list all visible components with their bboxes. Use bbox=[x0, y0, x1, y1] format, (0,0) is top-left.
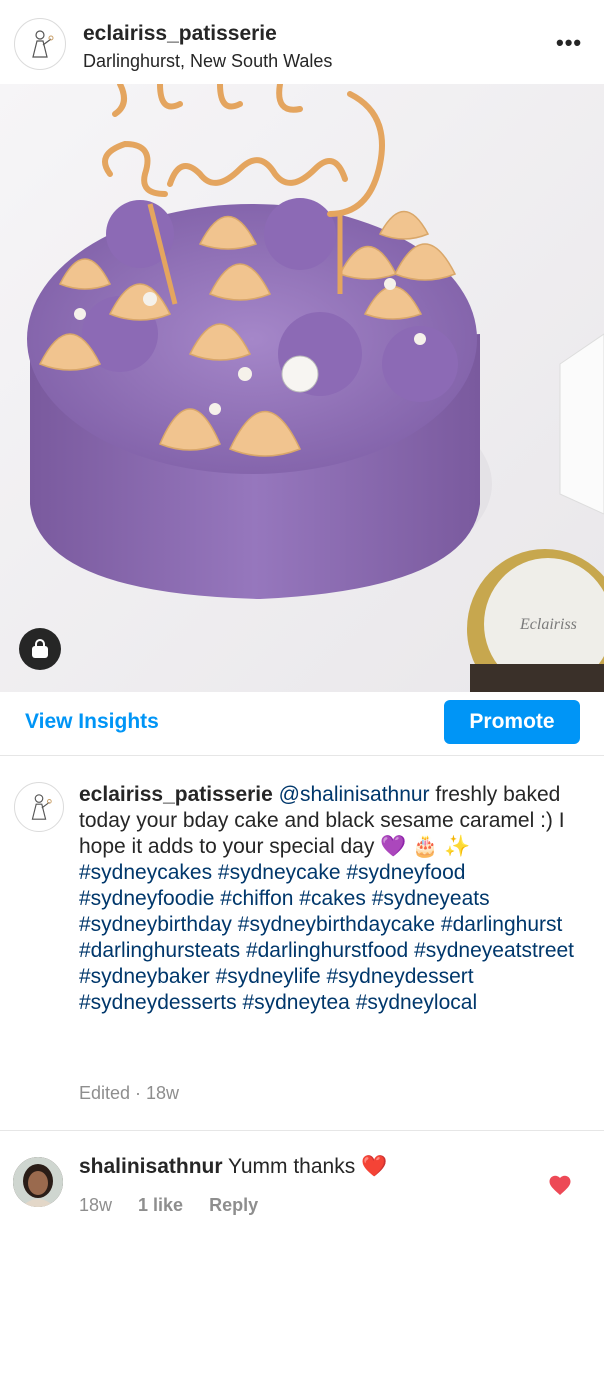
person-avatar-icon bbox=[13, 1157, 63, 1207]
post-photo[interactable]: Eclairiss bbox=[0, 84, 604, 692]
chef-logo-icon bbox=[32, 30, 54, 58]
view-insights-link[interactable]: View Insights bbox=[25, 710, 159, 734]
reply-button[interactable]: Reply bbox=[209, 1195, 258, 1216]
hashtag-link[interactable]: #darlinghursteats bbox=[79, 939, 240, 962]
shopping-bag-icon bbox=[32, 639, 48, 658]
hashtag-link[interactable]: #sydneyfood bbox=[346, 861, 465, 884]
commenter-avatar[interactable] bbox=[13, 1157, 63, 1207]
hashtag-link[interactable]: #sydneybirthday bbox=[79, 913, 232, 936]
comment-time: 18w bbox=[79, 1195, 113, 1215]
edited-timestamp: Edited · 18w bbox=[79, 1083, 180, 1103]
post-username[interactable]: eclairiss_patisserie bbox=[83, 22, 277, 46]
comment-meta: 18w 1 like Reply bbox=[79, 1195, 258, 1216]
hashtag-link[interactable]: #sydneytea bbox=[242, 991, 349, 1014]
post-caption: eclairiss_patisserie @shalinisathnur fre… bbox=[79, 782, 589, 1016]
comment-body: shalinisathnur Yumm thanks ❤️ bbox=[79, 1154, 387, 1180]
hashtag-link[interactable]: #sydneybaker bbox=[79, 965, 210, 988]
hashtag-link[interactable]: #sydneyeatstreet bbox=[414, 939, 574, 962]
hashtag-link[interactable]: #sydneydessert bbox=[327, 965, 474, 988]
promote-button[interactable]: Promote bbox=[444, 700, 580, 744]
hashtag-link[interactable]: #sydneyfoodie bbox=[79, 887, 214, 910]
comment-likes[interactable]: 1 like bbox=[138, 1195, 183, 1216]
hashtag-link[interactable]: #sydneydesserts bbox=[79, 991, 237, 1014]
comment-text: Yumm thanks ❤️ bbox=[228, 1155, 388, 1178]
shopping-bag-button[interactable] bbox=[19, 628, 61, 670]
caption-mention[interactable]: @shalinisathnur bbox=[279, 783, 430, 806]
hashtag-link[interactable]: #sydneycakes bbox=[79, 861, 212, 884]
heart-icon[interactable] bbox=[548, 1174, 572, 1196]
more-options-icon[interactable]: ••• bbox=[556, 30, 582, 56]
cake-photo: Eclairiss bbox=[0, 84, 604, 692]
hashtag-link[interactable]: #sydneycake bbox=[218, 861, 341, 884]
profile-avatar[interactable] bbox=[14, 18, 66, 70]
post-location[interactable]: Darlinghurst, New South Wales bbox=[83, 51, 332, 72]
caption-avatar[interactable] bbox=[14, 782, 64, 832]
hashtag-link[interactable]: #chiffon bbox=[220, 887, 293, 910]
caption-username[interactable]: eclairiss_patisserie bbox=[79, 783, 273, 806]
hashtag-link[interactable]: #darlinghurst bbox=[441, 913, 562, 936]
section-divider bbox=[0, 1130, 604, 1131]
svg-text:Eclairiss: Eclairiss bbox=[519, 616, 577, 633]
hashtag-link[interactable]: #cakes bbox=[299, 887, 366, 910]
caption-hashtags: #sydneycakes #sydneycake #sydneyfood #sy… bbox=[79, 861, 574, 1014]
hashtag-link[interactable]: #darlinghurstfood bbox=[246, 939, 408, 962]
commenter-username[interactable]: shalinisathnur bbox=[79, 1155, 223, 1178]
post-header: eclairiss_patisserie Darlinghurst, New S… bbox=[0, 0, 604, 84]
chef-logo-icon bbox=[31, 794, 52, 820]
hashtag-link[interactable]: #sydneybirthdaycake bbox=[238, 913, 435, 936]
hashtag-link[interactable]: #sydneylife bbox=[216, 965, 321, 988]
post-actions-bar: View Insights Promote bbox=[0, 692, 604, 756]
hashtag-link[interactable]: #sydneyeats bbox=[372, 887, 490, 910]
hashtag-link[interactable]: #sydneylocal bbox=[356, 991, 477, 1014]
